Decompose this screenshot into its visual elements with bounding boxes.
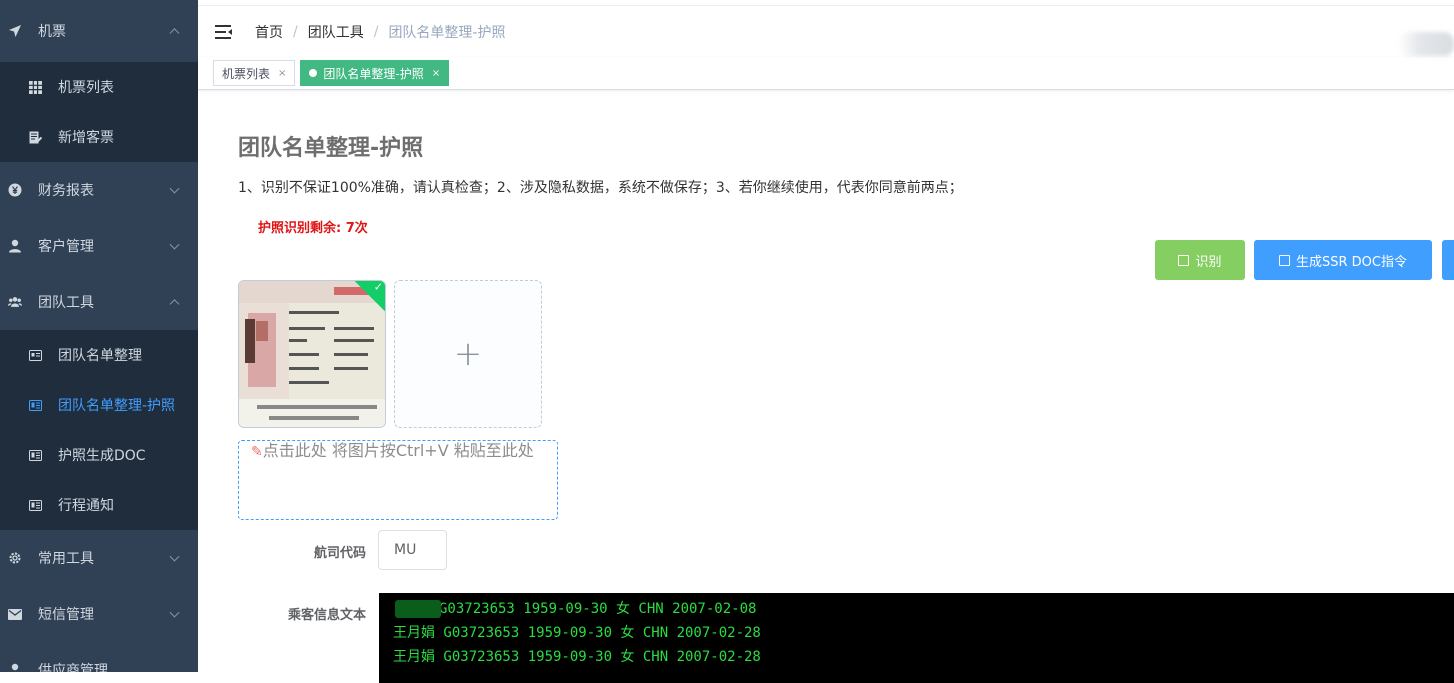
passport-icon <box>28 398 42 412</box>
menu-suppliers-label: 供应商管理 <box>38 660 108 672</box>
passenger-line-text: 王月娟 G03723653 1959-09-30 女 CHN 2007-02-2… <box>393 625 761 641</box>
menu-flights-label: 机票 <box>38 21 66 41</box>
airline-code-input[interactable] <box>378 530 447 570</box>
sidebar-item-team-list[interactable]: 团队名单整理 <box>0 330 198 380</box>
passenger-text-label: 乘客信息文本 <box>266 604 366 623</box>
close-icon[interactable]: × <box>432 68 440 79</box>
user-icon <box>8 239 22 253</box>
paste-hint-text: 点击此处 将图片按Ctrl+V 粘贴至此处 <box>263 441 534 460</box>
menu-customers[interactable]: 客户管理 <box>0 218 198 274</box>
tab-flight-list[interactable]: 机票列表 × <box>213 60 295 86</box>
passport-image <box>239 281 386 428</box>
generate-ssr-doc-label: 生成SSR DOC指令 <box>1296 251 1407 270</box>
edit-icon <box>1178 255 1189 266</box>
recognize-button[interactable]: 识别 <box>1155 240 1245 280</box>
main-content: 团队名单整理-护照 1、识别不保证100%准确，请认真检查；2、涉及隐私数据，系… <box>198 90 1454 672</box>
passport-icon <box>28 498 42 512</box>
chevron-down-icon <box>170 240 180 250</box>
sidebar-item-team-list-passport[interactable]: 团队名单整理-护照 <box>0 380 198 430</box>
tab-label: 团队名单整理-护照 <box>323 65 423 82</box>
breadcrumb-home[interactable]: 首页 <box>255 22 283 42</box>
sidebar-item-label: 护照生成DOC <box>58 445 146 465</box>
passenger-text-area[interactable]: G03723653 1959-09-30 女 CHN 2007-02-08 王月… <box>379 593 1454 683</box>
menu-team-tools[interactable]: 团队工具 <box>0 274 198 330</box>
sidebar-item-label: 机票列表 <box>58 77 114 97</box>
paste-hint: ✎点击此处 将图片按Ctrl+V 粘贴至此处 <box>251 441 545 462</box>
yen-circle-icon <box>8 183 22 197</box>
chevron-up-icon <box>170 28 180 38</box>
usage-notice: 1、识别不保证100%准确，请认真检查；2、涉及隐私数据，系统不做保存；3、若你… <box>238 177 963 197</box>
menu-team-tools-label: 团队工具 <box>38 292 94 312</box>
menu-sms-label: 短信管理 <box>38 604 94 624</box>
sidebar-item-passport-doc[interactable]: 护照生成DOC <box>0 430 198 480</box>
passenger-line-text: G03723653 1959-09-30 女 CHN 2007-02-08 <box>393 601 756 617</box>
gear-icon <box>8 551 22 565</box>
pencil-icon: ✎ <box>251 444 263 460</box>
sidebar-item-label: 行程通知 <box>58 495 114 515</box>
menu-flights[interactable]: 机票 <box>0 0 198 62</box>
paste-area[interactable]: ✎点击此处 将图片按Ctrl+V 粘贴至此处 <box>238 440 558 520</box>
redaction-mask <box>395 600 441 618</box>
menu-sms[interactable]: 短信管理 <box>0 586 198 642</box>
remaining-quota: 护照识别剩余: 7次 <box>258 217 368 236</box>
recognize-button-label: 识别 <box>1195 251 1221 270</box>
menu-common-tools[interactable]: 常用工具 <box>0 530 198 586</box>
id-card-icon <box>28 348 42 362</box>
active-dot-icon <box>309 69 317 77</box>
sidebar-item-label: 团队名单整理 <box>58 345 142 365</box>
paper-plane-icon <box>8 24 22 38</box>
tab-team-list-passport[interactable]: 团队名单整理-护照 × <box>300 60 449 86</box>
passenger-line: 王月娟 G03723653 1959-09-30 女 CHN 2007-02-2… <box>393 621 1454 645</box>
user-avatar-blurred[interactable] <box>1398 32 1454 56</box>
envelope-icon <box>8 607 22 621</box>
breadcrumb-separator: / <box>293 24 298 40</box>
navbar: 首页 / 团队工具 / 团队名单整理-护照 <box>198 5 1454 57</box>
sidebar-item-flight-list[interactable]: 机票列表 <box>0 62 198 112</box>
sidebar-item-label: 新增客票 <box>58 127 114 147</box>
generate-ssr-doc-button[interactable]: 生成SSR DOC指令 <box>1254 240 1432 280</box>
close-icon[interactable]: × <box>278 68 286 79</box>
sidebar-item-itinerary-notice[interactable]: 行程通知 <box>0 480 198 530</box>
more-action-button[interactable] <box>1442 240 1454 280</box>
grid-icon <box>28 80 42 94</box>
passport-icon <box>28 448 42 462</box>
passenger-line: G03723653 1959-09-30 女 CHN 2007-02-08 <box>393 597 1454 621</box>
image-upload-button[interactable]: + <box>394 280 542 428</box>
breadcrumb-current: 团队名单整理-护照 <box>388 22 505 42</box>
hamburger-icon[interactable] <box>215 25 233 39</box>
chevron-down-icon <box>170 552 180 562</box>
breadcrumb: 首页 / 团队工具 / 团队名单整理-护照 <box>255 22 506 42</box>
breadcrumb-separator: / <box>374 24 379 40</box>
passenger-line: 王月娟 G03723653 1959-09-30 女 CHN 2007-02-2… <box>393 645 1454 669</box>
passenger-line-text: 王月娟 G03723653 1959-09-30 女 CHN 2007-02-2… <box>393 649 761 665</box>
page-title: 团队名单整理-护照 <box>238 130 423 162</box>
menu-finance[interactable]: 财务报表 <box>0 162 198 218</box>
menu-common-tools-label: 常用工具 <box>38 548 94 568</box>
breadcrumb-team-tools[interactable]: 团队工具 <box>308 22 364 42</box>
airline-code-label: 航司代码 <box>266 542 366 561</box>
chevron-up-icon <box>170 299 180 309</box>
menu-finance-label: 财务报表 <box>38 180 94 200</box>
menu-suppliers[interactable]: 供应商管理 <box>0 642 198 672</box>
chevron-down-icon <box>170 184 180 194</box>
tab-label: 机票列表 <box>222 65 270 82</box>
menu-customers-label: 客户管理 <box>38 236 94 256</box>
edit-icon <box>1279 255 1290 266</box>
check-icon: ✓ <box>374 281 383 294</box>
group-icon <box>8 295 22 309</box>
passport-thumbnail[interactable]: ✓ <box>238 280 386 428</box>
submenu-team-tools: 团队名单整理 团队名单整理-护照 护照生成DOC 行程通知 <box>0 330 198 530</box>
tags-view: 机票列表 × 团队名单整理-护照 × <box>198 57 1454 90</box>
submenu-flights: 机票列表 新增客票 <box>0 62 198 162</box>
user-icon <box>8 663 22 672</box>
plus-icon: + <box>454 334 483 374</box>
sidebar: 机票 机票列表 新增客票 财务报表 客户管理 <box>0 0 198 672</box>
sidebar-item-label: 团队名单整理-护照 <box>58 395 175 415</box>
edit-doc-icon <box>28 130 42 144</box>
chevron-down-icon <box>170 608 180 618</box>
sidebar-item-new-ticket[interactable]: 新增客票 <box>0 112 198 162</box>
